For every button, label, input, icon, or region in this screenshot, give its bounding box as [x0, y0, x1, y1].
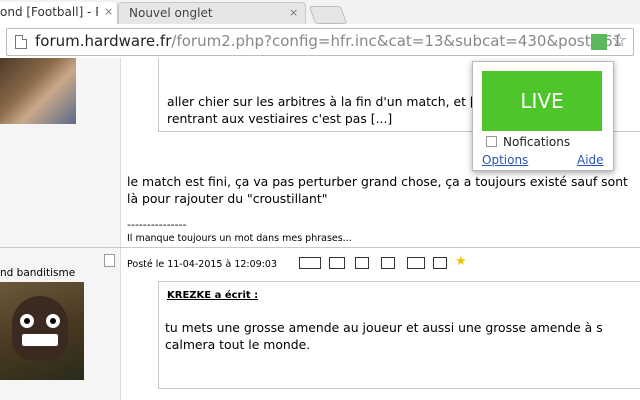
eye-icon	[20, 314, 34, 328]
alert-icon[interactable]	[433, 257, 447, 269]
quote-text: tu mets une grosse amende au joueur et a…	[165, 320, 603, 352]
browser-toolbar: forum.hardware.fr/forum2.php?config=hfr.…	[0, 24, 640, 59]
post-date: Posté le 11-04-2015 à 12:09:03	[127, 259, 277, 270]
post-divider	[0, 247, 640, 248]
username[interactable]: nd banditisme	[0, 267, 75, 279]
address-bar[interactable]: forum.hardware.fr/forum2.php?config=hfr.…	[6, 28, 634, 56]
monster-avatar-icon	[12, 296, 68, 360]
message-text: le match est fini, ça va pas perturber g…	[127, 174, 628, 206]
close-icon[interactable]: ×	[289, 7, 298, 18]
signature: Il manque toujours un mot dans mes phras…	[127, 233, 352, 244]
profile-card-icon[interactable]	[299, 257, 321, 269]
notifications-checkbox[interactable]	[486, 136, 497, 147]
tab-forum[interactable]: ond [Football] - P ×	[0, 2, 118, 24]
quote-icon[interactable]	[355, 257, 369, 269]
tab-new-tab[interactable]: Nouvel onglet ×	[118, 2, 306, 24]
page-icon	[15, 35, 27, 49]
options-link[interactable]: Options	[482, 153, 528, 167]
extension-icon[interactable]	[591, 34, 607, 50]
multi-quote-icon[interactable]	[381, 257, 395, 269]
tab-title: ond [Football] - P	[0, 5, 98, 19]
eye-icon	[46, 314, 60, 328]
mouth-icon	[22, 334, 58, 346]
avatar	[0, 282, 84, 380]
notifications-label: Nofications	[503, 135, 571, 149]
url-text[interactable]: forum.hardware.fr/forum2.php?config=hfr.…	[35, 32, 622, 50]
new-tab-button[interactable]	[308, 6, 348, 24]
url-path: /forum2.php?config=hfr.inc&cat=13&subcat…	[171, 32, 623, 50]
quote-author[interactable]: KREZKE a écrit :	[167, 290, 258, 301]
favorite-star-icon[interactable]: ★	[455, 254, 467, 269]
extension-popup: LIVE Nofications Options Aide	[472, 61, 614, 171]
signature-separator: ---------------	[127, 218, 187, 231]
tab-strip: ond [Football] - P × Nouvel onglet ×	[0, 0, 640, 24]
url-host: forum.hardware.fr	[35, 32, 172, 50]
live-button[interactable]: LIVE	[482, 71, 602, 131]
mail-icon[interactable]	[407, 257, 425, 269]
profile-icon[interactable]	[104, 254, 115, 267]
help-link[interactable]: Aide	[577, 153, 604, 167]
avatar	[0, 58, 76, 124]
edit-icon[interactable]	[329, 257, 345, 269]
tab-title: Nouvel onglet	[129, 6, 213, 20]
bookmark-star-icon[interactable]: ☆	[611, 30, 627, 51]
